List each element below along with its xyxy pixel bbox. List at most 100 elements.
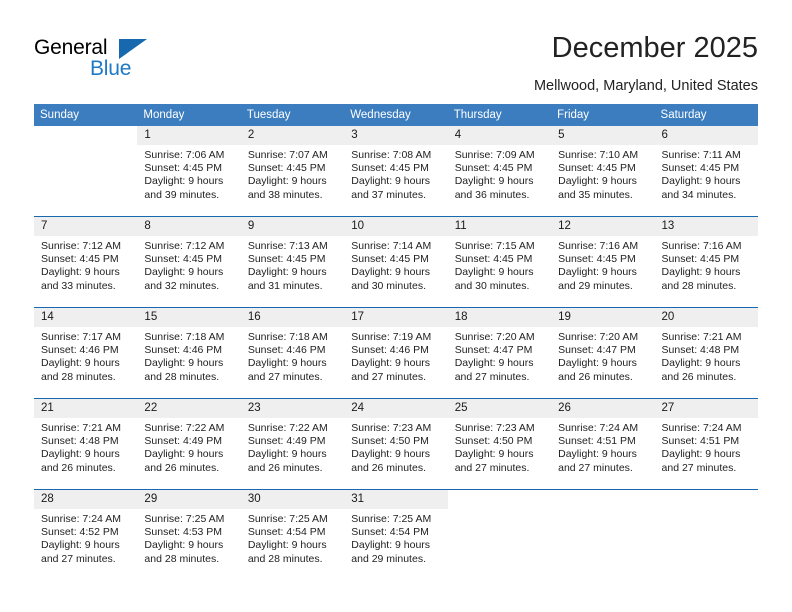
sunset-text: Sunset: 4:45 PM — [351, 253, 429, 266]
daylight-text-line1: Daylight: 9 hours — [558, 448, 637, 461]
daylight-text-line1: Daylight: 9 hours — [351, 539, 431, 552]
daylight-text-line2: and 27 minutes. — [454, 370, 530, 383]
sunset-text: Sunset: 4:49 PM — [247, 435, 326, 448]
daylight-text-line1: Daylight: 9 hours — [247, 539, 327, 552]
calendar-day-cell[interactable]: 9 Sunrise: 7:13 AM Sunset: 4:45 PM Daylight… — [240, 217, 345, 307]
sunset-text: Sunset: 4:51 PM — [661, 435, 740, 448]
sunrise-text: Sunrise: 7:16 AM — [558, 240, 639, 252]
daylight-text-line1: Daylight: 9 hours — [247, 266, 327, 279]
sunrise-text: Sunrise: 7:07 AM — [247, 149, 328, 161]
calendar-day-cell[interactable]: 23 Sunrise: 7:22 AM Sunset: 4:49 PM Dayligh… — [240, 399, 345, 489]
day-sun-info: Sunrise: 7:15 AM Sunset: 4:45 PM Daylight:… — [448, 236, 551, 293]
calendar-day-cell[interactable]: 21 Sunrise: 7:21 AM Sunset: 4:48 PM Dayligh… — [34, 399, 138, 489]
calendar-body: 1 Sunrise: 7:06 AM Sunset: 4:45 PM Daylight… — [34, 126, 758, 580]
daylight-text-line2: and 28 minutes. — [144, 552, 220, 565]
sunset-text: Sunset: 4:45 PM — [41, 253, 119, 266]
calendar-day-cell[interactable]: 5 Sunrise: 7:10 AM Sunset: 4:45 PM Daylight… — [551, 126, 655, 216]
calendar-day-cell[interactable]: 17 Sunrise: 7:19 AM Sunset: 4:46 PM Dayligh… — [344, 308, 448, 398]
day-number: 9 — [240, 217, 345, 236]
daylight-text-line1: Daylight: 9 hours — [144, 357, 224, 370]
daylight-text-line1: Daylight: 9 hours — [41, 266, 120, 279]
day-number: 11 — [447, 217, 552, 236]
calendar-day-cell[interactable]: 1 Sunrise: 7:06 AM Sunset: 4:45 PM Daylight… — [137, 126, 241, 216]
calendar-table: Sunday Monday Tuesday Wednesday Thursday Frid… — [34, 104, 758, 580]
page-title: December 2025 — [551, 32, 758, 64]
day-number: 24 — [344, 399, 448, 418]
calendar-day-cell[interactable]: 20 Sunrise: 7:21 AM Sunset: 4:48 PM Dayligh… — [654, 308, 758, 398]
calendar-day-cell[interactable]: 14 Sunrise: 7:17 AM Sunset: 4:46 PM Dayligh… — [34, 308, 138, 398]
day-number: 6 — [654, 126, 758, 145]
day-number: 29 — [137, 490, 241, 509]
daylight-text-line1: Daylight: 9 hours — [558, 175, 637, 188]
day-number: 21 — [34, 399, 138, 418]
calendar-week-row: 14 Sunrise: 7:17 AM Sunset: 4:46 PM Dayligh… — [34, 307, 758, 399]
calendar-day-cell[interactable]: 25 Sunrise: 7:23 AM Sunset: 4:50 PM Dayligh… — [447, 399, 552, 489]
calendar-day-cell[interactable]: 10 Sunrise: 7:14 AM Sunset: 4:45 PM Dayligh… — [344, 217, 448, 307]
calendar-day-cell[interactable]: 18 Sunrise: 7:20 AM Sunset: 4:47 PM Dayligh… — [447, 308, 552, 398]
calendar-day-cell[interactable]: 22 Sunrise: 7:22 AM Sunset: 4:49 PM Dayligh… — [137, 399, 241, 489]
sunset-text: Sunset: 4:45 PM — [454, 253, 533, 266]
day-sun-info: Sunrise: 7:06 AM Sunset: 4:45 PM Daylight:… — [137, 145, 240, 202]
day-sun-info: Sunrise: 7:12 AM Sunset: 4:45 PM Daylight:… — [34, 236, 137, 293]
calendar-day-cell[interactable]: 12 Sunrise: 7:16 AM Sunset: 4:45 PM Dayligh… — [551, 217, 655, 307]
calendar-day-cell[interactable]: 24 Sunrise: 7:23 AM Sunset: 4:50 PM Dayligh… — [344, 399, 448, 489]
calendar-day-cell[interactable]: 8 Sunrise: 7:12 AM Sunset: 4:45 PM Daylight… — [137, 217, 241, 307]
day-number: 14 — [34, 308, 138, 327]
daylight-text-line2: and 26 minutes. — [247, 461, 323, 474]
day-sun-info: Sunrise: 7:22 AM Sunset: 4:49 PM Daylight:… — [137, 418, 240, 475]
calendar-week-row: 21 Sunrise: 7:21 AM Sunset: 4:48 PM Dayligh… — [34, 398, 758, 490]
calendar-day-cell[interactable]: 16 Sunrise: 7:18 AM Sunset: 4:46 PM Dayligh… — [240, 308, 345, 398]
weekday-header-saturday: Saturday — [654, 104, 758, 126]
calendar-day-cell[interactable]: 31 Sunrise: 7:25 AM Sunset: 4:54 PM Dayligh… — [344, 490, 448, 580]
weekday-header-friday: Friday — [551, 104, 655, 126]
day-number: 10 — [344, 217, 448, 236]
day-number — [655, 490, 758, 509]
daylight-text-line1: Daylight: 9 hours — [41, 539, 120, 552]
day-number: 8 — [137, 217, 241, 236]
daylight-text-line2: and 36 minutes. — [454, 188, 530, 201]
day-number: 7 — [34, 217, 138, 236]
calendar-day-cell[interactable]: 11 Sunrise: 7:15 AM Sunset: 4:45 PM Dayligh… — [447, 217, 552, 307]
sunset-text: Sunset: 4:53 PM — [144, 526, 223, 539]
daylight-text-line2: and 28 minutes. — [661, 279, 737, 292]
day-number: 4 — [447, 126, 552, 145]
calendar-day-cell[interactable]: 3 Sunrise: 7:08 AM Sunset: 4:45 PM Daylight… — [344, 126, 448, 216]
daylight-text-line2: and 27 minutes. — [454, 461, 530, 474]
day-sun-info: Sunrise: 7:12 AM Sunset: 4:45 PM Daylight:… — [137, 236, 240, 293]
sunrise-text: Sunrise: 7:25 AM — [247, 513, 328, 525]
day-number: 3 — [344, 126, 448, 145]
day-sun-info: Sunrise: 7:13 AM Sunset: 4:45 PM Daylight:… — [241, 236, 344, 293]
page-subtitle: Mellwood, Maryland, United States — [533, 78, 758, 94]
sunrise-text: Sunrise: 7:23 AM — [351, 422, 432, 434]
general-blue-logo[interactable]: General Blue — [34, 36, 234, 84]
sunset-text: Sunset: 4:45 PM — [247, 253, 326, 266]
calendar-week-row: 1 Sunrise: 7:06 AM Sunset: 4:45 PM Daylight… — [34, 126, 758, 217]
calendar-day-cell[interactable]: 30 Sunrise: 7:25 AM Sunset: 4:54 PM Dayligh… — [240, 490, 345, 580]
daylight-text-line1: Daylight: 9 hours — [661, 448, 741, 461]
calendar-page: General Blue December 2025 Mellwood, Mar… — [0, 0, 792, 612]
calendar-day-cell[interactable]: 15 Sunrise: 7:18 AM Sunset: 4:46 PM Dayligh… — [137, 308, 241, 398]
day-sun-info: Sunrise: 7:24 AM Sunset: 4:51 PM Daylight:… — [551, 418, 654, 475]
daylight-text-line2: and 38 minutes. — [247, 188, 323, 201]
calendar-day-cell[interactable]: 13 Sunrise: 7:16 AM Sunset: 4:45 PM Dayligh… — [654, 217, 758, 307]
calendar-day-cell[interactable]: 7 Sunrise: 7:12 AM Sunset: 4:45 PM Daylight… — [34, 217, 138, 307]
calendar-day-cell[interactable]: 29 Sunrise: 7:25 AM Sunset: 4:53 PM Dayligh… — [137, 490, 241, 580]
daylight-text-line2: and 39 minutes. — [144, 188, 220, 201]
day-sun-info: Sunrise: 7:24 AM Sunset: 4:51 PM Daylight:… — [655, 418, 758, 475]
calendar-day-cell[interactable]: 27 Sunrise: 7:24 AM Sunset: 4:51 PM Dayligh… — [654, 399, 758, 489]
daylight-text-line2: and 27 minutes. — [41, 552, 116, 565]
calendar-day-cell[interactable]: 19 Sunrise: 7:20 AM Sunset: 4:47 PM Dayligh… — [551, 308, 655, 398]
calendar-day-cell[interactable]: 28 Sunrise: 7:24 AM Sunset: 4:52 PM Dayligh… — [34, 490, 138, 580]
calendar-day-cell[interactable]: 6 Sunrise: 7:11 AM Sunset: 4:45 PM Daylight… — [654, 126, 758, 216]
sunset-text: Sunset: 4:51 PM — [558, 435, 636, 448]
day-number: 26 — [551, 399, 655, 418]
calendar-day-cell[interactable]: 4 Sunrise: 7:09 AM Sunset: 4:45 PM Daylight… — [447, 126, 552, 216]
calendar-day-cell[interactable]: 2 Sunrise: 7:07 AM Sunset: 4:45 PM Daylight… — [240, 126, 345, 216]
calendar-day-cell[interactable]: 26 Sunrise: 7:24 AM Sunset: 4:51 PM Dayligh… — [551, 399, 655, 489]
weekday-header-wednesday: Wednesday — [344, 104, 448, 126]
sunset-text: Sunset: 4:46 PM — [351, 344, 429, 357]
day-sun-info: Sunrise: 7:16 AM Sunset: 4:45 PM Daylight:… — [551, 236, 654, 293]
day-sun-info: Sunrise: 7:18 AM Sunset: 4:46 PM Daylight:… — [137, 327, 240, 384]
day-sun-info: Sunrise: 7:17 AM Sunset: 4:46 PM Daylight:… — [34, 327, 137, 384]
page-header: General Blue December 2025 Mellwood, Mar… — [0, 0, 792, 103]
